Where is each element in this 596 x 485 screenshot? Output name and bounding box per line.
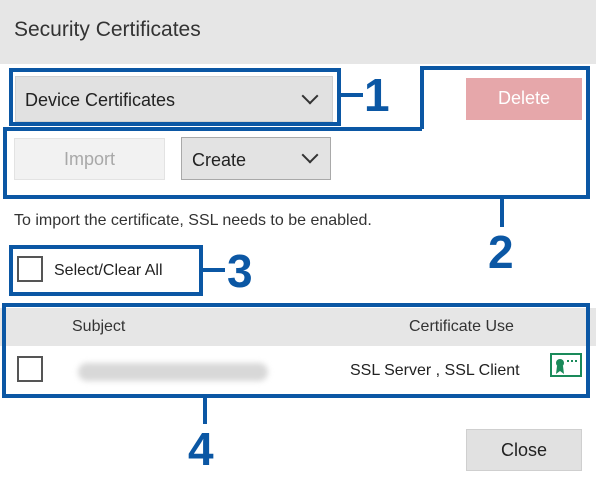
callout-number-1: 1 <box>364 69 390 121</box>
create-value: Create <box>192 150 247 170</box>
window-title: Security Certificates <box>14 18 201 41</box>
callout-leader-3 <box>203 268 225 272</box>
close-button[interactable]: Close <box>466 429 582 471</box>
chevron-down-icon <box>301 146 319 164</box>
import-button[interactable]: Import <box>14 138 165 180</box>
callout-leader-4 <box>203 398 207 424</box>
create-dropdown[interactable]: Create <box>181 137 331 180</box>
callout-number-2: 2 <box>488 226 514 278</box>
callout-number-3: 3 <box>227 245 253 297</box>
delete-button[interactable]: Delete <box>466 78 582 120</box>
callout-leader-1 <box>341 93 363 97</box>
callout-leader-2 <box>500 199 504 227</box>
ssl-hint-text: To import the certificate, SSL needs to … <box>14 212 372 229</box>
callout-box-3 <box>9 245 203 296</box>
callout-box-4 <box>2 303 590 398</box>
callout-box-1 <box>9 68 341 126</box>
callout-number-4: 4 <box>188 423 214 475</box>
